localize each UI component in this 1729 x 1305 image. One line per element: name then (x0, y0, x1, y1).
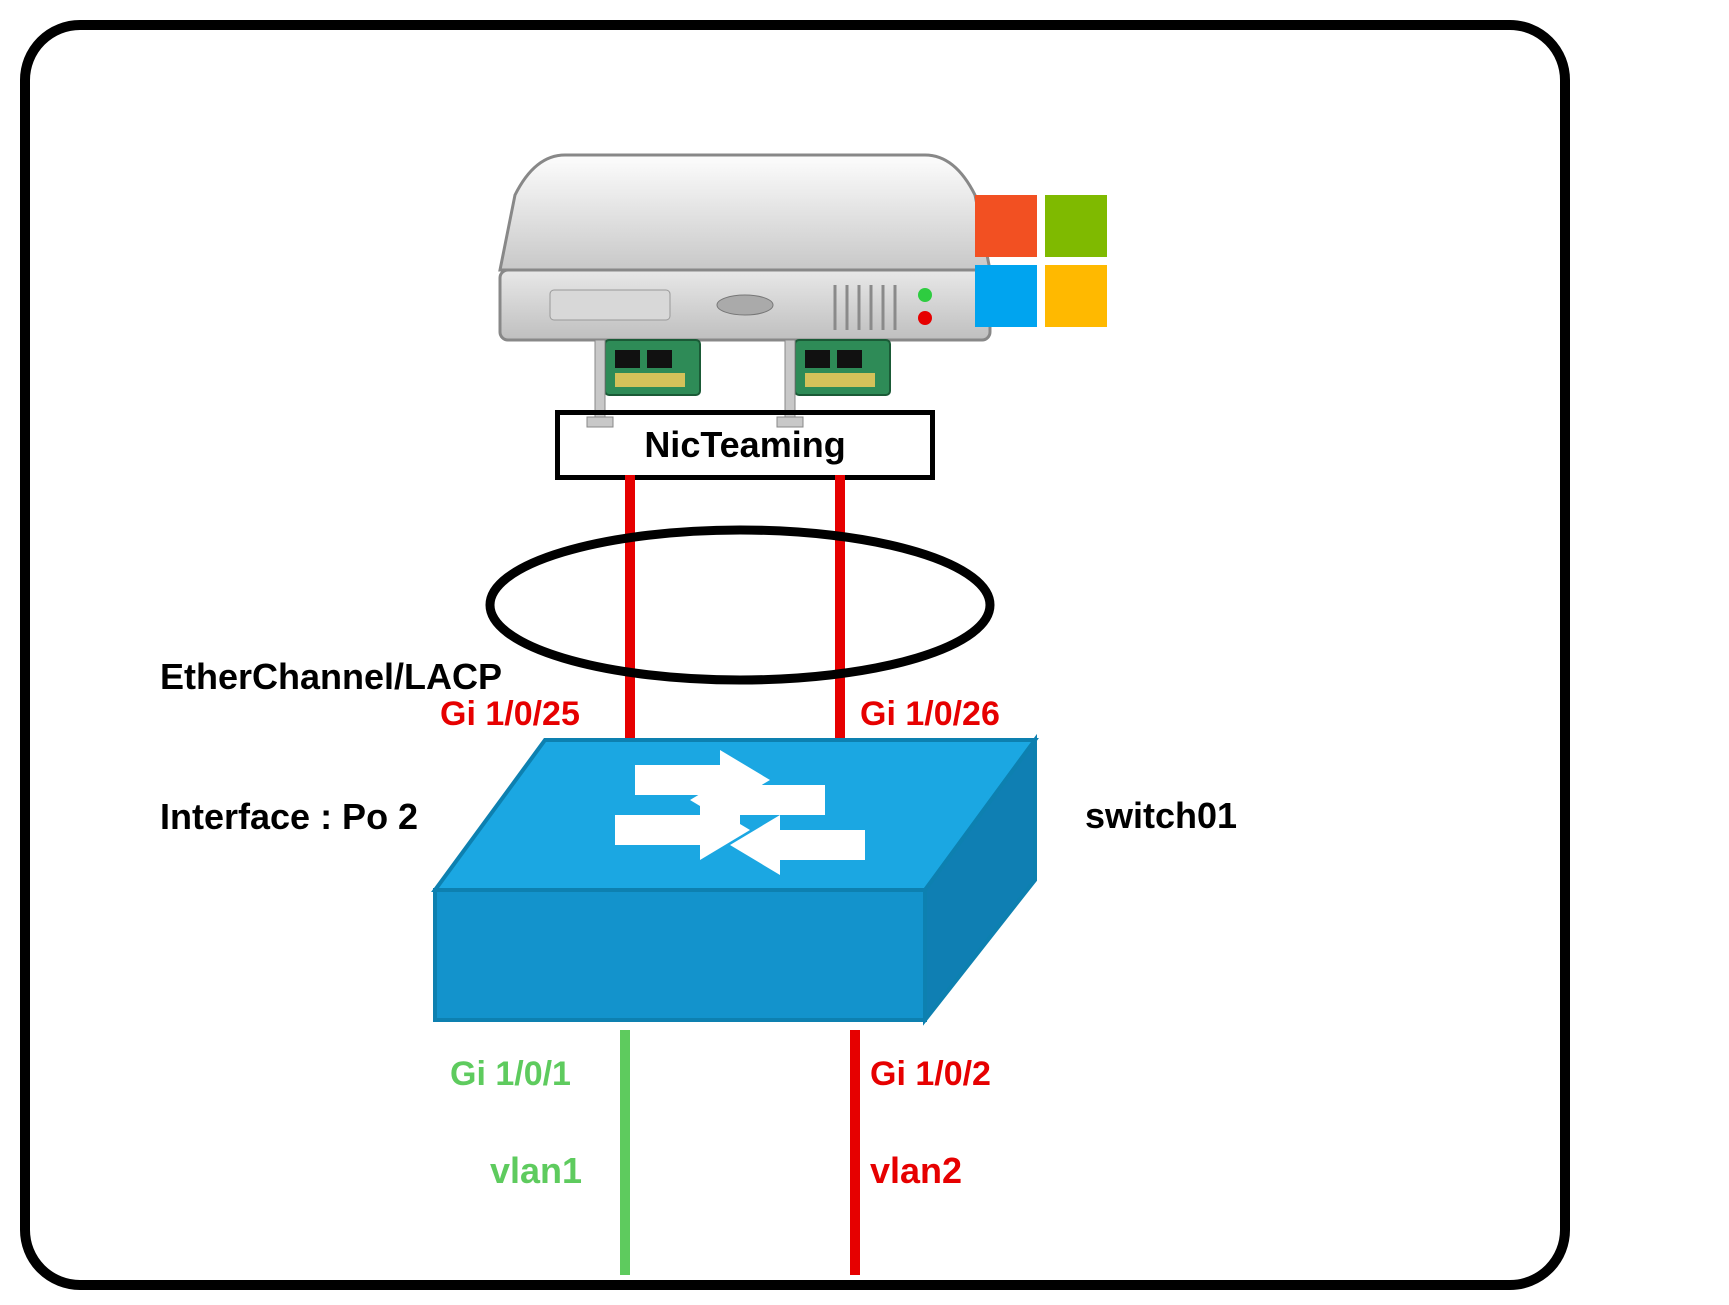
port-gi25: Gi 1/0/25 (440, 695, 580, 734)
nicteaming-box: NicTeaming (555, 410, 935, 480)
port-gi1: Gi 1/0/1 (450, 1055, 571, 1094)
cable-gi2 (850, 1030, 860, 1275)
etherchannel-ellipse-icon (480, 520, 1000, 690)
diagram-frame: Server IP : 192.168.1.200 (20, 20, 1570, 1290)
etherchannel-line1: EtherChannel/LACP (160, 654, 502, 701)
port-gi2: Gi 1/0/2 (870, 1055, 991, 1094)
port-gi26: Gi 1/0/26 (860, 695, 1000, 734)
cable-gi1 (620, 1030, 630, 1275)
server-icon (495, 140, 995, 360)
nicteaming-label: NicTeaming (644, 424, 845, 465)
switch-name: switch01 (1085, 795, 1237, 837)
windows-logo-icon (975, 195, 1107, 327)
vlan2-label: vlan2 (870, 1150, 962, 1192)
switch-icon (425, 730, 1045, 1040)
vlan1-label: vlan1 (490, 1150, 582, 1192)
